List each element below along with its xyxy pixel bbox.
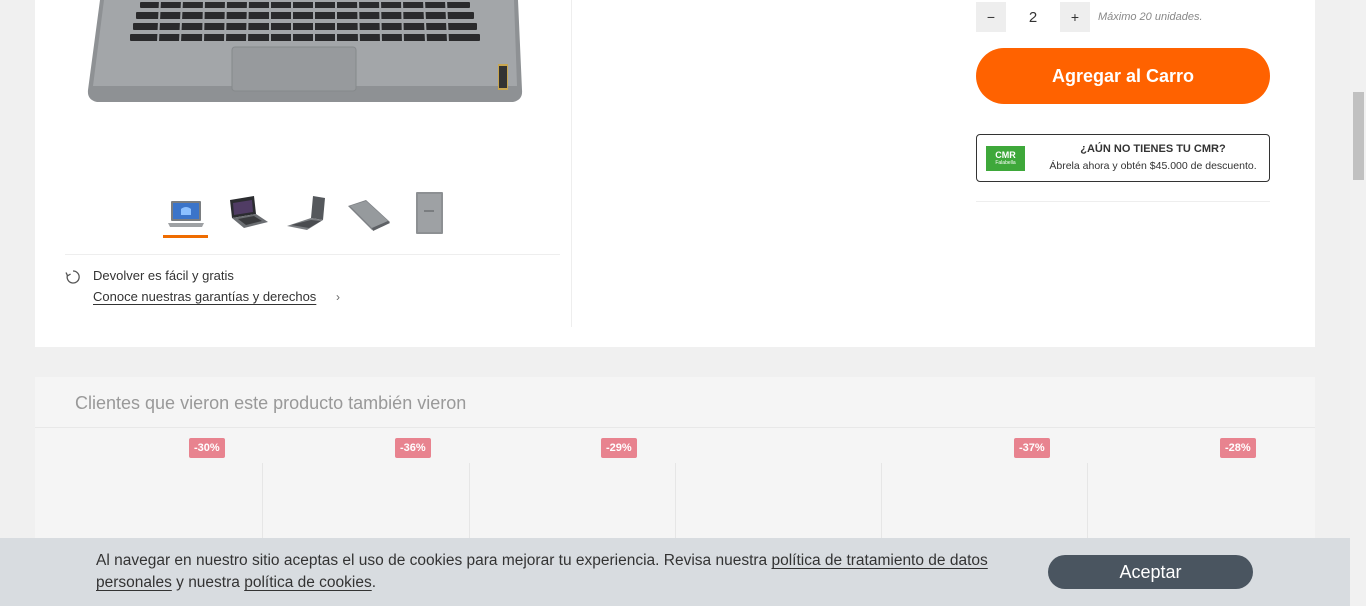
discount-badge: -37% [1014,438,1050,458]
product-card: Devolver es fácil y gratis Conoce nuestr… [35,0,1315,347]
cookie-text-1: Al navegar en nuestro sitio aceptas el u… [96,552,772,569]
discount-badge: -36% [395,438,431,458]
laptop-angle-dark-icon [230,195,268,228]
thumbnail-1[interactable] [163,192,208,238]
thumbnail-strip [163,191,452,238]
laptop-side-icon [287,195,325,230]
discount-badge: -30% [189,438,225,458]
thumbnail-3[interactable] [285,192,330,238]
cookie-text-3: . [371,574,377,591]
cmr-logo-text: CMR [995,150,1016,160]
add-to-cart-button[interactable]: Agregar al Carro [976,48,1270,104]
warranty-link[interactable]: Conoce nuestras garantías y derechos [93,289,316,304]
laptop-closed-icon [348,199,390,231]
thumbnail-4[interactable] [346,192,391,238]
cookie-banner: Al navegar en nuestro sitio aceptas el u… [0,538,1350,606]
cmr-promo-banner[interactable]: CMR Falabella ¿AÚN NO TIENES TU CMR? Ábr… [976,134,1270,182]
return-arrow-icon [65,270,80,284]
discount-badge: -28% [1220,438,1256,458]
chevron-right-icon[interactable]: › [336,290,340,304]
laptop-front-icon [167,200,204,227]
quantity-value[interactable]: 2 [1006,9,1060,26]
increase-quantity-button[interactable]: + [1060,2,1090,32]
page-scrollbar[interactable] [1350,0,1366,606]
recommendations-title: Clientes que vieron este producto tambié… [75,393,467,413]
cookie-message: Al navegar en nuestro sitio aceptas el u… [96,550,1026,594]
buy-box: − 2 + Máximo 20 unidades. Agregar al Car… [976,0,1270,210]
returns-title: Devolver es fácil y gratis [93,268,234,283]
decrease-quantity-button[interactable]: − [976,2,1006,32]
quantity-stepper: − 2 + Máximo 20 unidades. [976,2,1203,32]
max-units-note: Máximo 20 unidades. [1098,11,1203,23]
laptop-lid-icon [416,191,443,234]
scrollbar-thumb[interactable] [1353,92,1364,180]
product-gallery: Devolver es fácil y gratis Conoce nuestr… [35,0,572,327]
accept-cookies-button[interactable]: Aceptar [1048,555,1253,589]
cookie-policy-link[interactable]: política de cookies [244,574,372,591]
cookie-text-2: y nuestra [171,574,245,591]
buy-box-divider [976,201,1270,202]
thumbnail-2[interactable] [224,192,269,238]
thumbnail-5[interactable] [407,191,452,238]
main-product-image[interactable] [80,0,530,110]
cmr-logo-subtext: Falabella [995,160,1016,166]
gallery-divider [65,254,560,255]
cmr-logo: CMR Falabella [986,146,1025,171]
cmr-description: Ábrela ahora y obtén $45.000 de descuent… [1049,160,1257,172]
discount-badge: -29% [601,438,637,458]
cmr-title: ¿AÚN NO TIENES TU CMR? [1080,143,1226,155]
